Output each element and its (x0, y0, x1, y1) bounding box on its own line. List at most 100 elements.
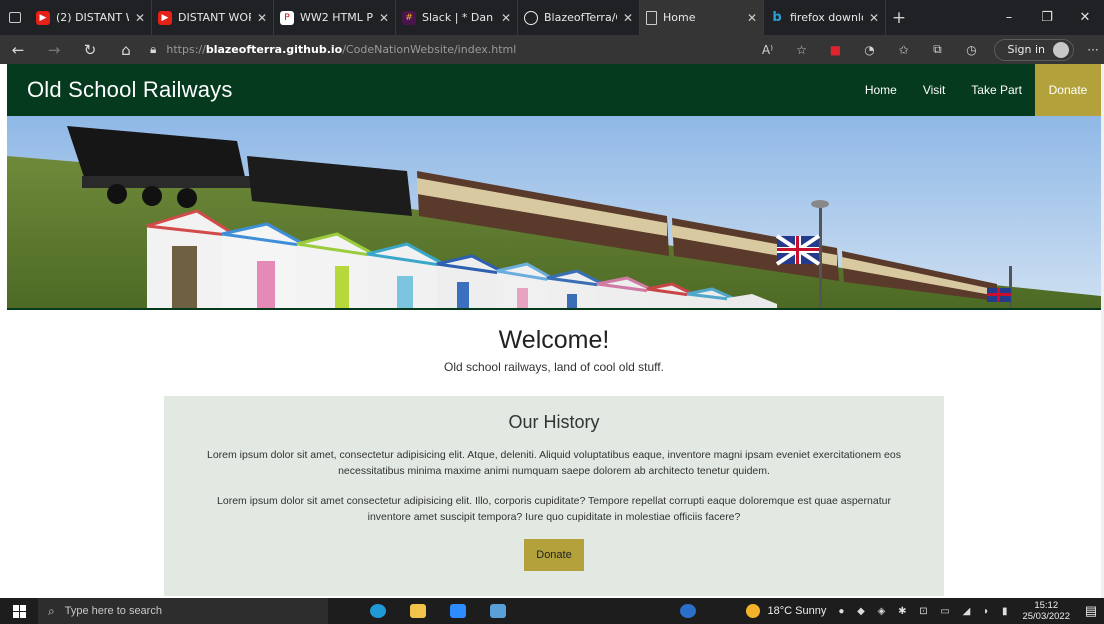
close-tab-icon[interactable]: ✕ (869, 11, 879, 25)
taskbar-help-app[interactable] (668, 598, 708, 624)
close-tab-icon[interactable]: ✕ (623, 11, 633, 25)
tab-title: Slack | * Dan CN (422, 11, 495, 24)
history-panel: Our History Lorem ipsum dolor sit amet, … (164, 396, 944, 596)
tab-actions-button[interactable] (0, 0, 30, 35)
nav-donate-link[interactable]: Donate (1035, 64, 1101, 116)
extension-icon[interactable]: ■ (818, 43, 852, 57)
url-field[interactable]: 🔒︎ https://blazeofterra.github.io/CodeNa… (150, 39, 730, 61)
slack-icon: # (402, 10, 416, 25)
browser-tab-strip: ▶ (2) DISTANT WO ✕ ▶ DISTANT WORLD ✕ P W… (0, 0, 1104, 35)
tab-title: DISTANT WORLD (178, 11, 251, 24)
tab-title: BlazeofTerra/Cod (544, 11, 617, 24)
tab-actions-icon (9, 12, 21, 23)
tab-youtube-1[interactable]: ▶ (2) DISTANT WO ✕ (30, 0, 152, 35)
site-navbar: Old School Railways Home Visit Take Part… (7, 64, 1101, 116)
weather-text[interactable]: 18°C Sunny (768, 605, 827, 617)
tab-ww2-project[interactable]: P WW2 HTML Proj ✕ (274, 0, 396, 35)
windows-taskbar: ⌕ Type here to search 18°C Sunny ● ◆ ◈ ✱… (0, 598, 1104, 624)
site-brand[interactable]: Old School Railways (27, 77, 233, 103)
tab-bing[interactable]: b firefox download ✕ (764, 0, 886, 35)
taskbar-photos-app[interactable] (478, 598, 518, 624)
welcome-section: Welcome! Old school railways, land of co… (7, 326, 1101, 374)
photos-icon (490, 604, 506, 618)
nav-home-link[interactable]: Home (852, 64, 910, 116)
hero-railway-illustration (7, 116, 1101, 308)
avatar (1053, 41, 1069, 58)
window-controls: – ❐ ✕ (990, 0, 1104, 35)
minimize-button[interactable]: – (990, 0, 1028, 35)
tab-home[interactable]: Home ✕ (640, 0, 764, 35)
nav-visit-link[interactable]: Visit (910, 64, 958, 116)
forward-button[interactable]: → (36, 41, 72, 59)
url-host: blazeofterra.github.io (205, 43, 343, 56)
toolbar-right: A⁾ ☆ ■ ◔ ✩ ⧉ ◷ Sign in ··· (750, 35, 1104, 64)
lock-icon: 🔒︎ (150, 42, 157, 56)
history-title: Our History (508, 412, 600, 432)
start-button[interactable] (0, 598, 38, 624)
taskbar-zoom-app[interactable] (438, 598, 478, 624)
help-icon (680, 604, 696, 618)
zoom-icon (450, 604, 466, 618)
site-nav-links: Home Visit Take Part Donate (852, 64, 1101, 116)
system-tray: 18°C Sunny ● ◆ ◈ ✱ ⊡ ▭ ◢ ◗ ▮ 15:12 25/03… (745, 598, 1104, 624)
read-aloud-icon[interactable]: A⁾ (750, 43, 784, 57)
github-icon (524, 10, 538, 25)
taskbar-edge-app[interactable] (358, 598, 398, 624)
clock[interactable]: 15:12 25/03/2022 (1022, 600, 1070, 622)
more-icon[interactable]: ··· (1082, 43, 1104, 57)
taskbar-search-box[interactable]: ⌕ Type here to search (38, 598, 328, 624)
refresh-button[interactable]: ↻ (72, 41, 108, 59)
close-tab-icon[interactable]: ✕ (501, 11, 511, 25)
taskbar-explorer-app[interactable] (398, 598, 438, 624)
donate-button[interactable]: Donate (524, 539, 584, 571)
history-paragraph-1: Lorem ipsum dolor sit amet, consectetur … (207, 449, 901, 477)
presentation-icon: P (280, 10, 294, 25)
weather-sun-icon (745, 604, 760, 618)
nav-take-part-link[interactable]: Take Part (958, 64, 1035, 116)
new-tab-button[interactable]: + (886, 8, 912, 28)
edge-icon (370, 604, 386, 618)
youtube-icon: ▶ (36, 10, 50, 25)
close-window-button[interactable]: ✕ (1066, 0, 1104, 35)
hero-image (7, 116, 1101, 310)
tab-github[interactable]: BlazeofTerra/Cod ✕ (518, 0, 640, 35)
tab-slack[interactable]: # Slack | * Dan CN ✕ (396, 0, 518, 35)
close-tab-icon[interactable]: ✕ (379, 11, 389, 25)
welcome-subtitle: Old school railways, land of cool old st… (444, 360, 664, 374)
search-placeholder: Type here to search (64, 605, 162, 617)
clock-time: 15:12 (1034, 600, 1059, 611)
close-tab-icon[interactable]: ✕ (257, 11, 267, 25)
tab-title: firefox download (790, 11, 863, 24)
favorites-icon[interactable]: ✩ (886, 43, 920, 57)
tab-youtube-2[interactable]: ▶ DISTANT WORLD ✕ (152, 0, 274, 35)
web-page: Old School Railways Home Visit Take Part… (7, 64, 1101, 599)
restore-button[interactable]: ❐ (1028, 0, 1066, 35)
tray-icons[interactable]: ● ◆ ◈ ✱ ⊡ ▭ ◢ ◗ ▮ (838, 606, 1012, 617)
close-tab-icon[interactable]: ✕ (747, 11, 757, 25)
notifications-icon[interactable]: ▤ (1078, 603, 1104, 619)
back-button[interactable]: ← (0, 41, 36, 59)
home-button[interactable]: ⌂ (108, 41, 144, 59)
browser-address-bar: ← → ↻ ⌂ 🔒︎ https://blazeofterra.github.i… (0, 35, 1104, 64)
welcome-title: Welcome! (498, 326, 610, 354)
bing-icon: b (772, 10, 782, 25)
page-icon (646, 10, 657, 25)
url-path: /CodeNationWebsite/index.html (342, 43, 517, 56)
sign-in-button[interactable]: Sign in (994, 38, 1074, 61)
windows-logo-icon (12, 604, 26, 618)
url-prefix: https:// (166, 43, 206, 56)
close-tab-icon[interactable]: ✕ (135, 11, 145, 25)
add-favorite-icon[interactable]: ☆ (784, 43, 818, 57)
search-icon: ⌕ (48, 603, 55, 618)
folder-icon (410, 604, 426, 618)
collections-icon[interactable]: ⧉ (920, 42, 954, 57)
tab-title: (2) DISTANT WO (56, 11, 129, 24)
clock-date: 25/03/2022 (1022, 611, 1070, 622)
history-paragraph-2: Lorem ipsum dolor sit amet consectetur a… (217, 495, 891, 523)
youtube-icon: ▶ (158, 10, 172, 25)
taskbar-apps (358, 598, 708, 624)
history-icon[interactable]: ◷ (954, 43, 988, 57)
tab-title: Home (663, 11, 696, 24)
sign-in-label: Sign in (1007, 43, 1045, 56)
performance-icon[interactable]: ◔ (852, 43, 886, 57)
